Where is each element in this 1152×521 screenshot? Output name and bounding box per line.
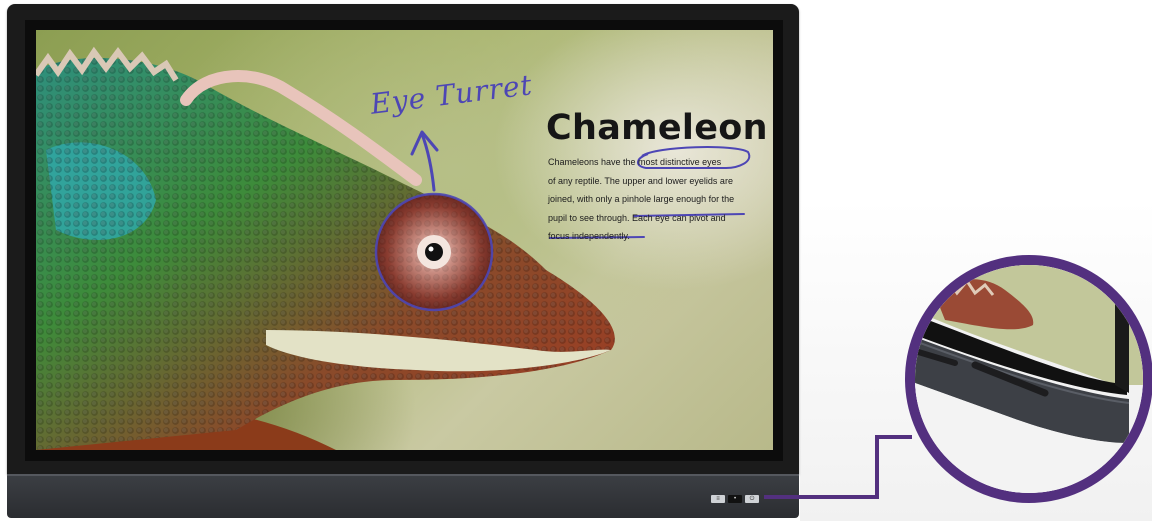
zoom-inset	[905, 255, 1152, 503]
zoom-detail-image	[915, 265, 1143, 493]
